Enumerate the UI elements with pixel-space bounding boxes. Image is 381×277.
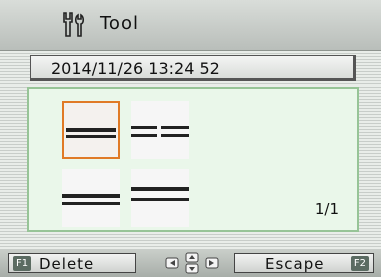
datetime-bar: 2014/11/26 13:24 52 (30, 55, 356, 81)
thumbnail-panel: 1/1 (27, 87, 359, 232)
escape-button[interactable]: Escape F2 (234, 253, 374, 273)
f1-key-badge: F1 (13, 256, 32, 271)
delete-button-label: Delete (39, 255, 95, 273)
page-title: Tool (100, 13, 139, 34)
datetime-text: 2014/11/26 13:24 52 (51, 59, 220, 78)
escape-button-label: Escape (265, 255, 325, 273)
thumbnail-3[interactable] (62, 169, 120, 227)
tool-icon (63, 12, 85, 37)
delete-button[interactable]: F1 Delete (8, 253, 136, 273)
title-bar: Tool (0, 0, 381, 51)
thumbnail-1[interactable] (62, 101, 120, 159)
thumbnail-2[interactable] (131, 101, 189, 159)
direction-arrows-icon (165, 252, 219, 274)
f2-key-badge: F2 (350, 256, 369, 271)
page-indicator: 1/1 (314, 200, 339, 218)
thumbnail-4[interactable] (131, 169, 189, 227)
